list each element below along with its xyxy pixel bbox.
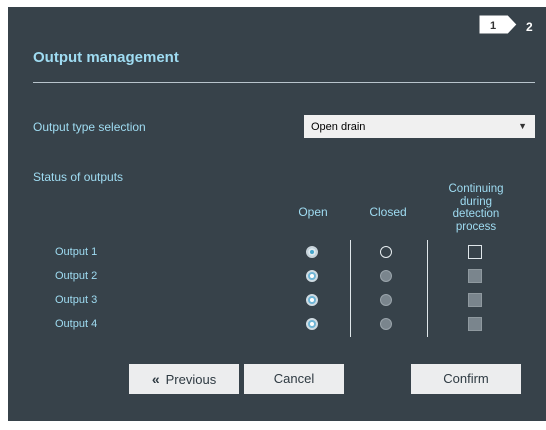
step-1-label: 1 xyxy=(490,20,496,32)
confirm-button[interactable]: Confirm xyxy=(411,364,521,394)
previous-label: Previous xyxy=(165,372,217,387)
output-1-open-radio[interactable] xyxy=(306,246,318,258)
column-continuing: Continuing during detection process xyxy=(448,183,504,233)
page-title: Output management xyxy=(33,49,179,66)
output-1-closed-radio[interactable] xyxy=(380,246,392,258)
output-2-open-radio[interactable] xyxy=(306,270,318,282)
double-chevron-left-icon: « xyxy=(151,371,160,387)
output-3-continuing-checkbox[interactable] xyxy=(468,293,482,307)
step-indicator-1: 1 xyxy=(478,14,518,35)
output-2-continuing-checkbox[interactable] xyxy=(468,269,482,283)
output-1-label: Output 1 xyxy=(55,246,98,258)
column-closed: Closed xyxy=(369,205,407,219)
output-4-closed-radio[interactable] xyxy=(380,318,392,330)
output-4-open-radio[interactable] xyxy=(306,318,318,330)
output-3-label: Output 3 xyxy=(55,294,98,306)
cancel-button[interactable]: Cancel xyxy=(244,364,344,394)
column-open: Open xyxy=(298,205,328,219)
column-divider-1 xyxy=(350,240,351,337)
title-divider xyxy=(33,82,535,83)
status-outputs-label: Status of outputs xyxy=(33,170,124,184)
output-2-closed-radio[interactable] xyxy=(380,270,392,282)
step-indicator-2: 2 xyxy=(526,20,533,34)
chevron-down-icon: ▼ xyxy=(518,121,527,131)
previous-button[interactable]: « Previous xyxy=(129,364,239,394)
output-3-open-radio[interactable] xyxy=(306,294,318,306)
output-type-value: Open drain xyxy=(311,121,366,133)
output-3-closed-radio[interactable] xyxy=(380,294,392,306)
output-type-label: Output type selection xyxy=(33,120,146,134)
output-type-select[interactable]: Open drain ▼ xyxy=(304,115,535,138)
output-2-label: Output 2 xyxy=(55,270,98,282)
output-4-label: Output 4 xyxy=(55,318,98,330)
column-divider-2 xyxy=(427,240,428,337)
output-1-continuing-checkbox[interactable] xyxy=(468,245,482,259)
output-4-continuing-checkbox[interactable] xyxy=(468,317,482,331)
